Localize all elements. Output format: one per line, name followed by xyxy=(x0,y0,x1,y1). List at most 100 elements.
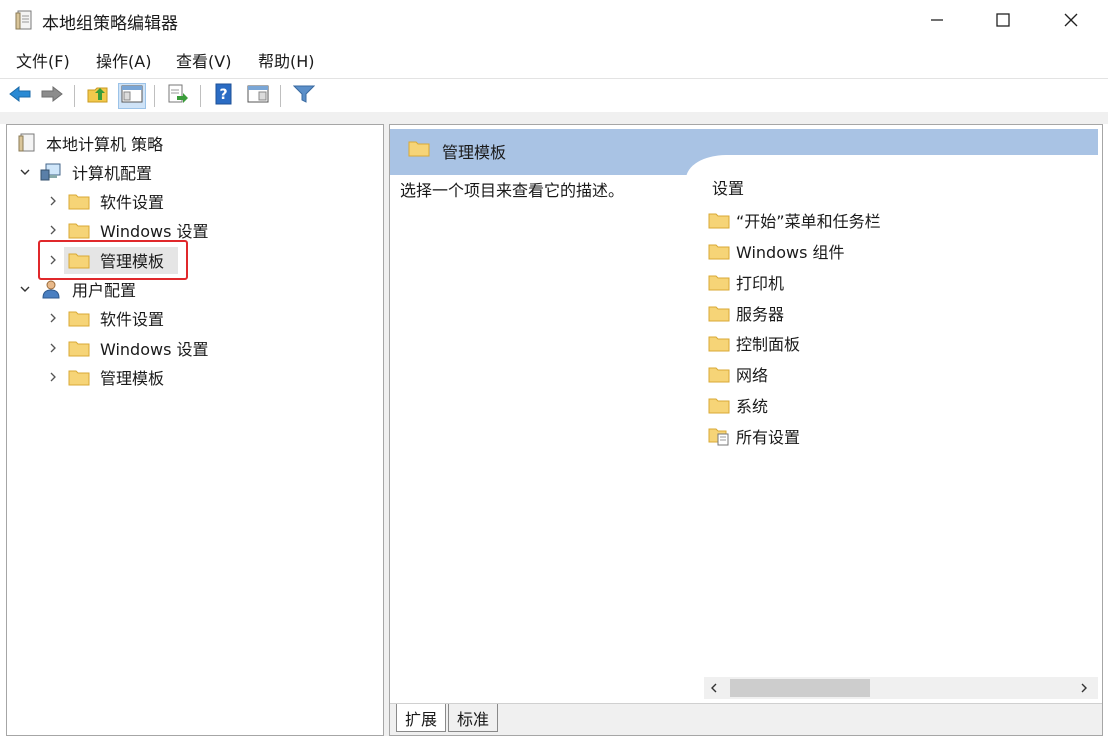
maximize-icon xyxy=(996,13,1010,27)
scrollbar-thumb[interactable] xyxy=(730,679,870,697)
tree-item-local-computer-policy[interactable]: 本地计算机 策略 xyxy=(18,130,163,156)
tab-extended[interactable]: 扩展 xyxy=(396,704,446,732)
computer-icon xyxy=(40,162,62,182)
menu-action[interactable]: 操作(A) xyxy=(96,48,151,72)
folder-icon xyxy=(408,139,430,161)
folder-icon xyxy=(708,365,730,383)
folder-icon xyxy=(708,242,730,260)
back-button[interactable] xyxy=(6,83,34,109)
toolbar-separator xyxy=(74,85,75,107)
toolbar-divider xyxy=(0,112,1108,124)
help-icon: ? xyxy=(214,83,234,109)
folder-icon xyxy=(68,251,90,269)
chevron-right-icon[interactable] xyxy=(46,253,60,267)
show-action-pane-button[interactable] xyxy=(244,83,272,109)
detail-pane: 管理模板 选择一个项目来查看它的描述。 设置 “开始”菜单和任务栏 Window… xyxy=(389,124,1103,736)
list-item-all-settings[interactable]: 所有设置 xyxy=(708,423,800,449)
tree-item-user-admin-templates[interactable]: 管理模板 xyxy=(46,364,164,390)
tree-item-user-config[interactable]: 用户配置 xyxy=(18,276,136,302)
folder-icon xyxy=(708,396,730,414)
all-settings-icon xyxy=(708,426,730,446)
policy-document-icon xyxy=(18,133,36,153)
maximize-button[interactable] xyxy=(970,0,1036,40)
tree-label: 本地计算机 策略 xyxy=(46,135,164,154)
close-button[interactable] xyxy=(1038,0,1104,40)
up-folder-icon xyxy=(87,84,109,108)
folder-icon xyxy=(708,334,730,352)
tree-label: Windows 设置 xyxy=(100,222,209,241)
list-item-network[interactable]: 网络 xyxy=(708,361,768,387)
tree-label: 管理模板 xyxy=(100,252,165,271)
list-item-windows-components[interactable]: Windows 组件 xyxy=(708,238,845,264)
scroll-left-icon[interactable] xyxy=(706,680,722,696)
chevron-down-icon[interactable] xyxy=(18,165,32,179)
title-bar: 本地组策略编辑器 xyxy=(0,0,1108,40)
window-title: 本地组策略编辑器 xyxy=(42,14,178,34)
user-icon xyxy=(40,279,62,299)
tree-item-user-windows-settings[interactable]: Windows 设置 xyxy=(46,335,209,361)
scroll-right-icon[interactable] xyxy=(1076,680,1092,696)
list-item-server[interactable]: 服务器 xyxy=(708,300,784,326)
folder-icon xyxy=(68,221,90,239)
chevron-right-icon[interactable] xyxy=(46,370,60,384)
tree-label: 软件设置 xyxy=(100,193,165,212)
view-tabs: 扩展 标准 xyxy=(390,703,1102,735)
show-action-pane-icon xyxy=(247,85,269,107)
list-item-start-menu-taskbar[interactable]: “开始”菜单和任务栏 xyxy=(708,207,881,233)
tree-item-computer-windows-settings[interactable]: Windows 设置 xyxy=(46,217,209,243)
help-button[interactable]: ? xyxy=(210,83,238,109)
list-item-label: 打印机 xyxy=(736,274,785,293)
policy-document-icon xyxy=(14,9,34,31)
horizontal-scrollbar[interactable] xyxy=(704,677,1098,699)
list-item-system[interactable]: 系统 xyxy=(708,392,768,418)
list-item-label: “开始”菜单和任务栏 xyxy=(736,212,881,231)
folder-icon xyxy=(708,211,730,229)
list-item-label: 所有设置 xyxy=(736,428,801,447)
tree-item-computer-software-settings[interactable]: 软件设置 xyxy=(46,188,164,214)
minimize-icon xyxy=(930,13,944,27)
menu-view[interactable]: 查看(V) xyxy=(176,48,231,72)
toolbar-separator xyxy=(154,85,155,107)
list-item-control-panel[interactable]: 控制面板 xyxy=(708,330,800,356)
menu-file[interactable]: 文件(F) xyxy=(16,48,70,72)
chevron-right-icon[interactable] xyxy=(46,223,60,237)
console-tree xyxy=(6,124,384,736)
minimize-button[interactable] xyxy=(904,0,970,40)
show-hide-console-tree-icon xyxy=(121,85,143,107)
tree-label: 用户配置 xyxy=(72,281,137,300)
list-item-printers[interactable]: 打印机 xyxy=(708,269,784,295)
up-one-level-button[interactable] xyxy=(84,83,112,109)
chevron-right-icon[interactable] xyxy=(46,194,60,208)
column-header-settings[interactable]: 设置 xyxy=(712,175,744,199)
folder-icon xyxy=(68,309,90,327)
folder-icon xyxy=(708,273,730,291)
list-item-label: 网络 xyxy=(736,366,769,385)
tree-label: 计算机配置 xyxy=(72,164,153,183)
toolbar-separator xyxy=(200,85,201,107)
folder-icon xyxy=(708,304,730,322)
tree-item-computer-admin-templates[interactable]: 管理模板 xyxy=(46,247,164,273)
list-item-label: 控制面板 xyxy=(736,335,801,354)
export-list-button[interactable] xyxy=(164,83,192,109)
toolbar: ? xyxy=(0,78,1108,113)
detail-header-curve xyxy=(686,155,1102,185)
toolbar-separator xyxy=(280,85,281,107)
menu-help[interactable]: 帮助(H) xyxy=(258,48,315,72)
chevron-down-icon[interactable] xyxy=(18,282,32,296)
list-item-label: Windows 组件 xyxy=(736,243,845,262)
tab-standard[interactable]: 标准 xyxy=(448,704,498,732)
chevron-right-icon[interactable] xyxy=(46,341,60,355)
svg-text:?: ? xyxy=(219,87,227,103)
menu-bar: 文件(F) 操作(A) 查看(V) 帮助(H) xyxy=(0,44,1108,74)
chevron-right-icon[interactable] xyxy=(46,311,60,325)
show-hide-tree-button[interactable] xyxy=(118,83,146,109)
filter-button[interactable] xyxy=(290,83,318,109)
tree-label: 管理模板 xyxy=(100,369,165,388)
tree-item-user-software-settings[interactable]: 软件设置 xyxy=(46,305,164,331)
tree-item-computer-config[interactable]: 计算机配置 xyxy=(18,159,152,185)
forward-button[interactable] xyxy=(38,83,66,109)
folder-icon xyxy=(68,192,90,210)
back-arrow-icon xyxy=(8,85,32,107)
export-list-icon xyxy=(167,84,189,108)
description-text: 选择一个项目来查看它的描述。 xyxy=(400,181,625,200)
